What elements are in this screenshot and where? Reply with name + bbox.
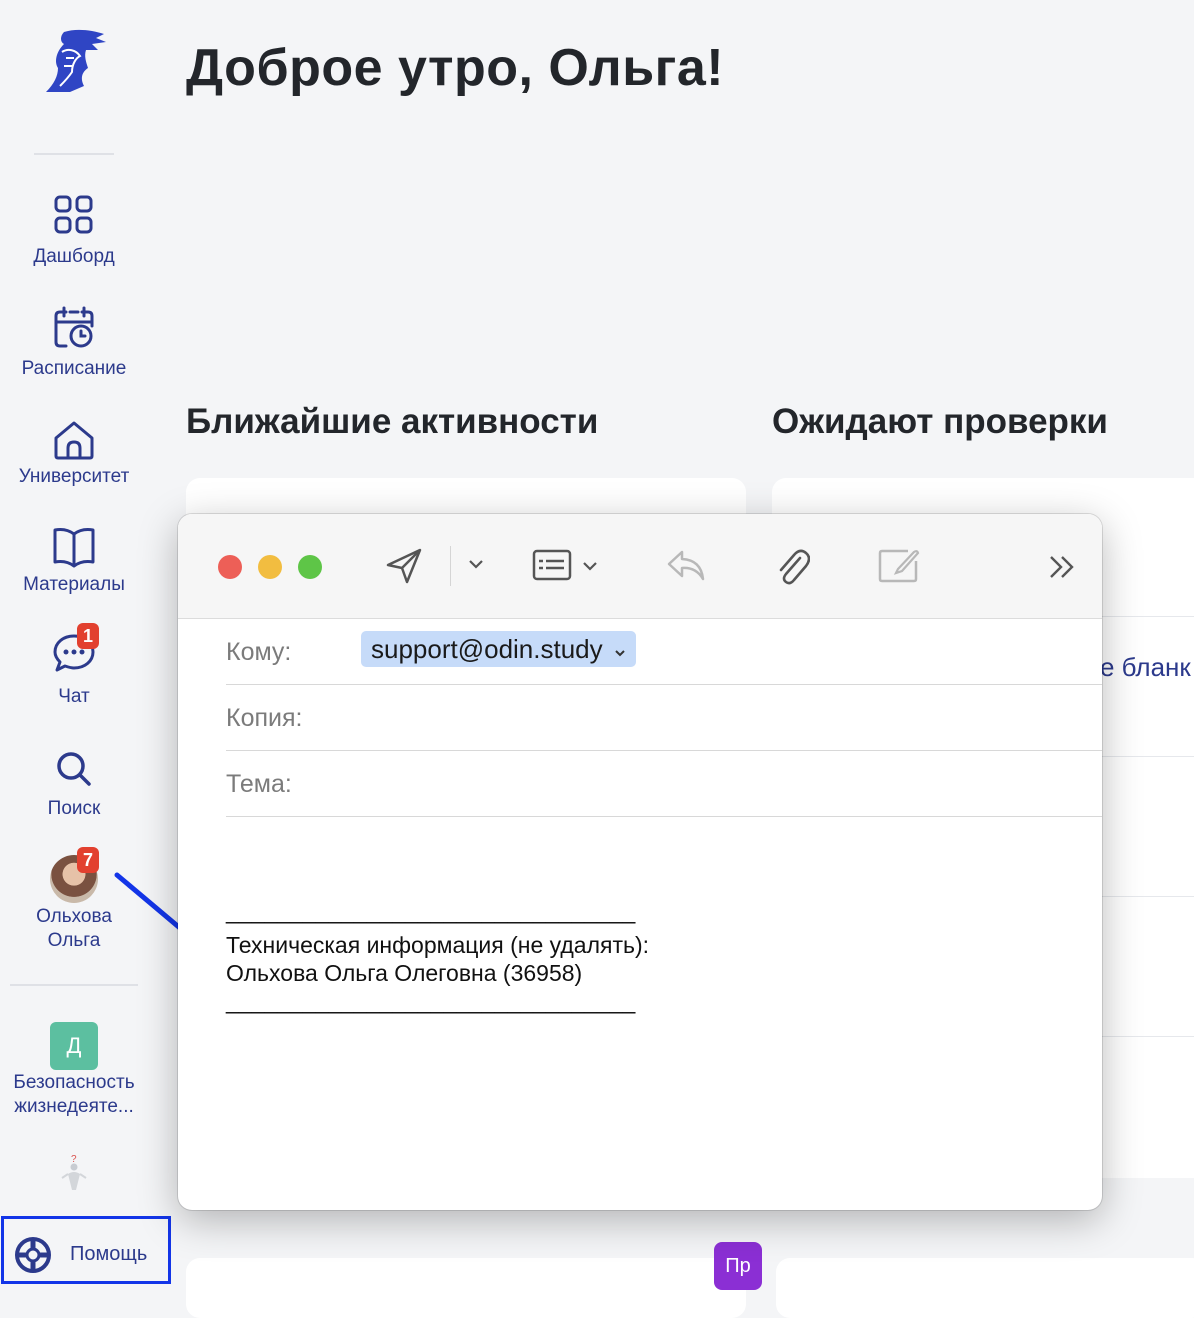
cc-label: Копия: (226, 704, 303, 732)
search-icon (57, 752, 91, 786)
close-window-button[interactable] (218, 555, 242, 579)
sidebar-item-dashboard[interactable]: Дашборд (0, 194, 148, 274)
sidebar: Дашборд Расписание Университет Материалы… (0, 0, 171, 1292)
sidebar-item-label: Материалы (23, 574, 125, 595)
sidebar-item-label: Расписание (21, 358, 127, 379)
sidebar-item-search[interactable]: Поиск (0, 750, 148, 824)
profile-name-line2[interactable]: Ольга (0, 929, 148, 953)
book-icon (53, 528, 95, 568)
lifebuoy-icon (15, 1237, 51, 1273)
subject-label: Тема: (226, 770, 292, 798)
sidebar-item-label: Дашборд (33, 246, 115, 267)
to-label: Кому: (226, 638, 292, 666)
activities-title: Ближайшие активности (186, 402, 599, 441)
header-fields-icon[interactable] (532, 549, 572, 581)
body-line[interactable]: Техническая информация (не удалять): (226, 932, 649, 959)
sidebar-item-materials[interactable]: Материалы (0, 526, 148, 600)
markup-icon[interactable] (878, 547, 920, 583)
cc-field-row[interactable]: Копия: (226, 684, 1102, 751)
recipient-address: support@odin.study (371, 634, 603, 664)
person-question-icon: ? (61, 1154, 87, 1190)
sidebar-item-label: Чат (58, 686, 90, 707)
minimize-window-button[interactable] (258, 555, 282, 579)
chat-badge: 1 (77, 623, 99, 649)
body-separator[interactable]: ________________________________ (226, 988, 635, 1015)
send-icon[interactable] (385, 547, 423, 585)
sidebar-divider (10, 984, 138, 986)
toolbar-separator (450, 546, 451, 586)
sidebar-item-label: Университет (18, 466, 130, 487)
page-title: Доброе утро, Ольга! (186, 39, 725, 97)
to-field-row[interactable]: Кому: support@odin.study (226, 618, 1102, 685)
grid-icon (54, 195, 93, 234)
body-line[interactable]: Ольхова Ольга Олеговна (36958) (226, 960, 582, 987)
course-name-line1[interactable]: Безопасность (0, 1071, 148, 1095)
profile-name-line1[interactable]: Ольхова (0, 905, 148, 929)
calendar-clock-icon (54, 306, 94, 348)
help-button[interactable]: Помощь (1, 1216, 171, 1284)
svg-text:?: ? (71, 1154, 77, 1165)
course-name-line2[interactable]: жизнедеяте... (0, 1095, 148, 1119)
sidebar-item-label: Поиск (47, 798, 101, 819)
review-title: Ожидают проверки (772, 402, 1108, 441)
activities-card-bottom (186, 1258, 746, 1318)
chevron-down-icon[interactable] (468, 558, 484, 570)
recipient-token[interactable]: support@odin.study (361, 631, 636, 667)
attachment-icon[interactable] (774, 546, 810, 586)
sidebar-item-chat[interactable]: Чат (0, 632, 148, 712)
sidebar-item-schedule[interactable]: Расписание (0, 306, 148, 386)
sidebar-item-university[interactable]: Университет (0, 420, 148, 492)
subject-badge[interactable]: Пр (714, 1242, 762, 1290)
logo-icon (46, 29, 106, 92)
course-tile[interactable]: Д (50, 1022, 98, 1070)
chevron-down-icon (615, 650, 625, 657)
sidebar-divider (34, 153, 114, 155)
chevron-down-icon[interactable] (582, 560, 598, 572)
home-icon (54, 421, 94, 460)
subject-field-row[interactable]: Тема: (226, 750, 1102, 817)
help-label: Помощь (70, 1243, 148, 1265)
review-item-text[interactable]: е бланк (1100, 652, 1191, 683)
more-chevrons-icon[interactable] (1048, 554, 1076, 580)
profile-badge: 7 (77, 847, 99, 873)
mail-toolbar (178, 514, 1102, 619)
zoom-window-button[interactable] (298, 555, 322, 579)
body-separator[interactable]: ________________________________ (226, 898, 635, 925)
reply-icon[interactable] (666, 548, 706, 582)
review-card-bottom (776, 1258, 1194, 1318)
mail-compose-window: Кому: support@odin.study Копия: Тема: __… (178, 514, 1102, 1210)
